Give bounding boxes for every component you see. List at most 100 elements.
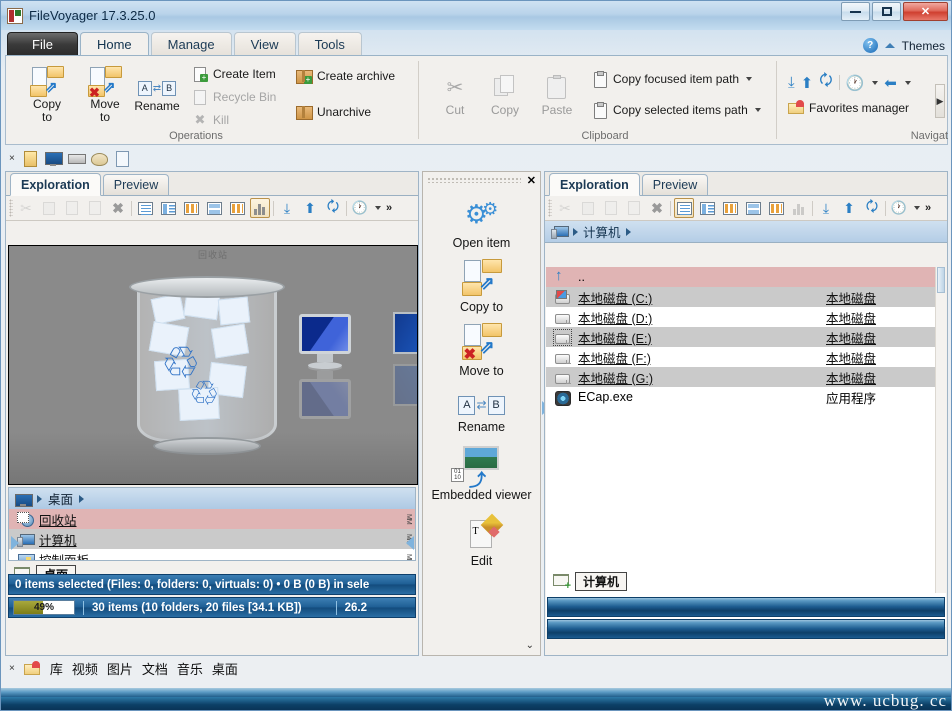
table-row[interactable]: 本地磁盘 (D:) 本地磁盘 bbox=[546, 307, 946, 327]
copy-button[interactable]: Copy bbox=[482, 70, 528, 117]
copy-to-button[interactable]: ⇗ Copy to bbox=[18, 64, 76, 124]
right-tab-exploration[interactable]: Exploration bbox=[549, 173, 640, 196]
favorite-link-pictures[interactable]: 图片 bbox=[107, 659, 133, 678]
note-icon[interactable] bbox=[114, 150, 130, 166]
right-view-list-icon[interactable] bbox=[697, 198, 717, 218]
right-toolbar-overflow-icon[interactable]: » bbox=[925, 202, 931, 214]
right-refresh-icon[interactable]: 🗘 bbox=[862, 198, 882, 218]
tab-tools[interactable]: Tools bbox=[298, 32, 362, 56]
create-item-button[interactable]: + Create Item bbox=[192, 66, 276, 82]
minimize-button[interactable] bbox=[841, 2, 870, 21]
left-cut-icon[interactable]: ✂ bbox=[16, 198, 36, 218]
collapse-ribbon-icon[interactable] bbox=[885, 43, 895, 48]
ruler-icon[interactable] bbox=[22, 150, 38, 166]
right-history-chevron-icon[interactable] bbox=[914, 206, 920, 210]
themes-button[interactable]: Themes bbox=[902, 39, 945, 53]
mail-icon[interactable] bbox=[91, 150, 107, 166]
table-row[interactable]: 本地磁盘 (C:) 本地磁盘 bbox=[546, 287, 946, 307]
right-view-details-icon[interactable] bbox=[674, 198, 694, 218]
left-refresh-icon[interactable]: 🗘 bbox=[323, 198, 343, 218]
right-collapse-all-icon[interactable]: ⤓ bbox=[816, 198, 836, 218]
left-collapse-all-icon[interactable]: ⤓ bbox=[277, 198, 297, 218]
right-cut-icon[interactable]: ✂ bbox=[555, 198, 575, 218]
favorite-link-videos[interactable]: 视频 bbox=[72, 659, 98, 678]
action-open-item[interactable]: ⚙⚙ Open item bbox=[423, 194, 540, 250]
left-view-tiles-icon[interactable] bbox=[181, 198, 201, 218]
cut-button[interactable]: ✂ Cut bbox=[432, 70, 478, 117]
action-copy-to[interactable]: ⇗ Copy to bbox=[423, 256, 540, 314]
move-to-button[interactable]: ⇗✖ Move to bbox=[76, 64, 134, 124]
right-delete-icon[interactable]: ✖ bbox=[647, 198, 667, 218]
right-tab-preview[interactable]: Preview bbox=[642, 174, 708, 195]
table-row[interactable]: .. bbox=[546, 267, 946, 287]
action-panel-scroll-down-icon[interactable]: ⌄ bbox=[526, 640, 534, 651]
right-breadcrumb-arrow-1-icon[interactable] bbox=[573, 228, 578, 236]
paste-button[interactable]: Paste bbox=[534, 70, 580, 117]
breadcrumb-arrow-2-icon[interactable] bbox=[79, 495, 84, 503]
tree-breadcrumb[interactable]: 桌面 bbox=[9, 488, 415, 509]
create-archive-button[interactable]: + Create archive bbox=[296, 68, 395, 84]
left-view-table-icon[interactable] bbox=[204, 198, 224, 218]
kill-button[interactable]: ✖ Kill bbox=[192, 112, 229, 128]
left-delete-icon[interactable]: ✖ bbox=[108, 198, 128, 218]
right-paste-icon[interactable] bbox=[601, 198, 621, 218]
chevron-down-icon[interactable] bbox=[746, 77, 752, 81]
left-go-up-icon[interactable]: ⬆ bbox=[300, 198, 320, 218]
favorite-link-documents[interactable]: 文档 bbox=[142, 659, 168, 678]
tree-item-control-panel[interactable]: 控制面板 MM bbox=[9, 549, 415, 561]
favorite-link-library[interactable]: 库 bbox=[50, 659, 63, 678]
right-history-icon[interactable]: 🕐 bbox=[889, 198, 909, 218]
rename-button[interactable]: A⇄B Rename bbox=[130, 76, 184, 113]
favorites-bar-icon[interactable] bbox=[24, 661, 41, 676]
ribbon-scroll-right-button[interactable]: ▶ bbox=[935, 84, 945, 118]
right-tab-chip-computer[interactable]: 计算机 bbox=[575, 572, 627, 591]
tree-item-computer[interactable]: 计算机 MM bbox=[9, 529, 415, 549]
action-panel-close-icon[interactable]: ✕ bbox=[527, 174, 536, 187]
table-row[interactable]: 本地磁盘 (E:) 本地磁盘 bbox=[546, 327, 946, 347]
left-tab-preview[interactable]: Preview bbox=[103, 174, 169, 195]
right-view-table-icon[interactable] bbox=[743, 198, 763, 218]
recycle-bin-button[interactable]: Recycle Bin bbox=[192, 89, 276, 105]
left-view-thumbs-icon[interactable] bbox=[227, 198, 247, 218]
close-button[interactable]: ✕ bbox=[903, 2, 948, 21]
unarchive-button[interactable]: Unarchive bbox=[296, 104, 371, 120]
right-copy-icon[interactable] bbox=[578, 198, 598, 218]
right-toolbar-grip[interactable] bbox=[548, 199, 552, 217]
file-list-scrollbar[interactable] bbox=[935, 267, 946, 593]
quickbar-close-icon[interactable]: × bbox=[9, 153, 15, 164]
back-icon[interactable]: ⬅ bbox=[884, 74, 897, 92]
favorite-link-desktop[interactable]: 桌面 bbox=[212, 659, 238, 678]
copy-selected-items-path-button[interactable]: Copy selected items path bbox=[592, 102, 761, 118]
favorite-link-music[interactable]: 音乐 bbox=[177, 659, 203, 678]
maximize-button[interactable] bbox=[872, 2, 901, 21]
history-icon[interactable]: 🕐 bbox=[846, 74, 865, 92]
right-paste-special-icon[interactable] bbox=[624, 198, 644, 218]
help-icon[interactable]: ? bbox=[863, 38, 878, 53]
monitor-icon[interactable] bbox=[45, 150, 61, 166]
chevron-down-icon-2[interactable] bbox=[755, 108, 761, 112]
refresh-icon[interactable]: 🗘 bbox=[819, 70, 832, 95]
favorites-bar-close-icon[interactable]: × bbox=[9, 663, 15, 674]
breadcrumb-arrow-1-icon[interactable] bbox=[37, 495, 42, 503]
action-rename[interactable]: A⇄B Rename bbox=[423, 392, 540, 434]
right-add-tab-icon[interactable] bbox=[553, 574, 571, 588]
left-view-details-icon[interactable] bbox=[135, 198, 155, 218]
table-row[interactable]: 本地磁盘 (G:) 本地磁盘 bbox=[546, 367, 946, 387]
right-go-up-icon[interactable]: ⬆ bbox=[839, 198, 859, 218]
scrollbar-thumb[interactable] bbox=[937, 267, 945, 293]
action-move-to[interactable]: ⇗ ✖ Move to bbox=[423, 320, 540, 378]
right-view-columns-icon[interactable] bbox=[789, 198, 809, 218]
table-row[interactable]: 本地磁盘 (F:) 本地磁盘 bbox=[546, 347, 946, 367]
back-chevron-icon[interactable] bbox=[905, 81, 911, 85]
copy-focused-item-path-button[interactable]: Copy focused item path bbox=[592, 71, 752, 87]
action-panel-grip[interactable] bbox=[427, 177, 521, 183]
favorites-manager-button[interactable]: Favorites manager bbox=[788, 100, 909, 116]
tab-manage[interactable]: Manage bbox=[151, 32, 232, 56]
right-view-thumbs-icon[interactable] bbox=[766, 198, 786, 218]
right-breadcrumb[interactable]: 计算机 bbox=[545, 221, 947, 243]
left-copy-icon[interactable] bbox=[39, 198, 59, 218]
right-breadcrumb-arrow-2-icon[interactable] bbox=[626, 228, 631, 236]
action-embedded-viewer[interactable]: 0110 ⤴ Embedded viewer bbox=[423, 446, 540, 502]
collapse-all-icon[interactable]: ⤓ bbox=[788, 74, 795, 91]
left-history-icon[interactable]: 🕐 bbox=[350, 198, 370, 218]
